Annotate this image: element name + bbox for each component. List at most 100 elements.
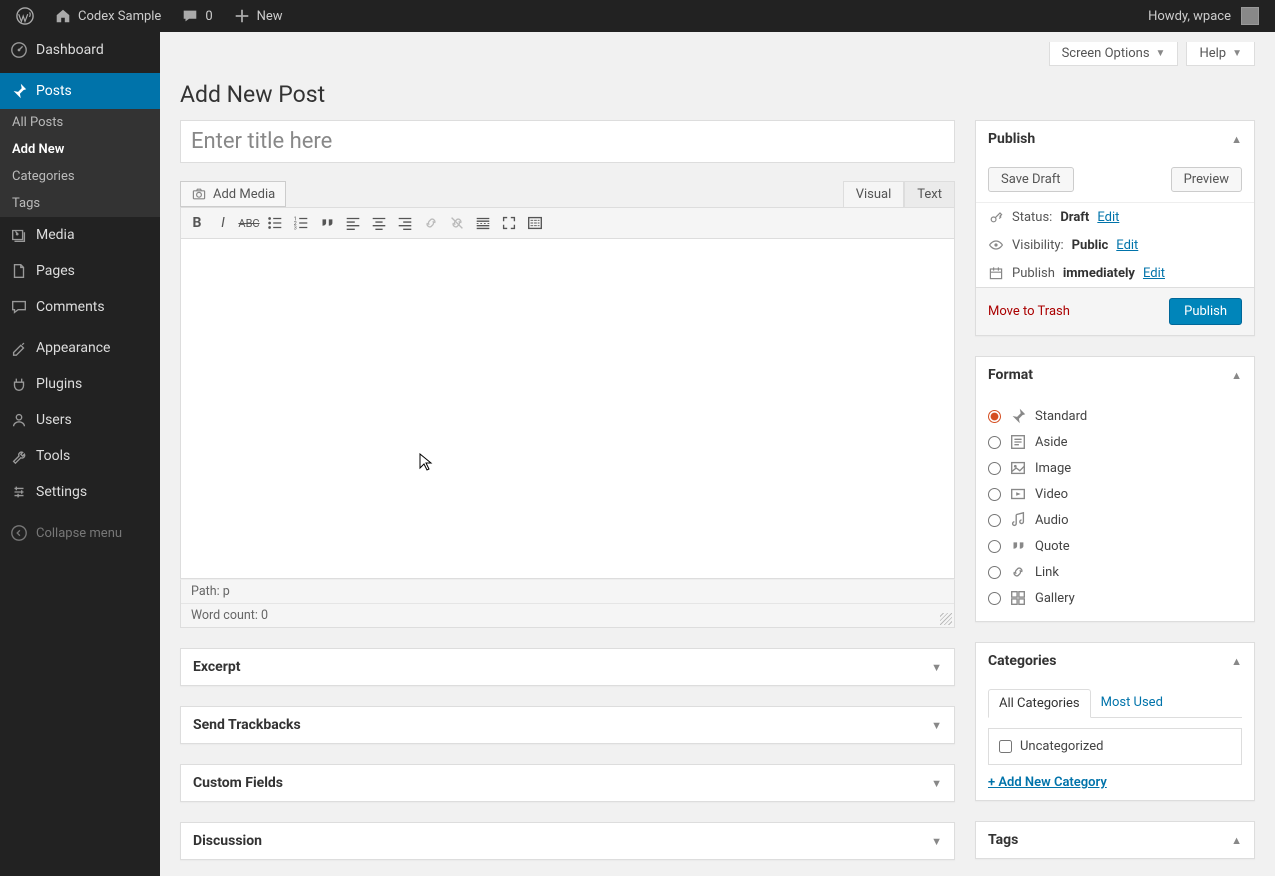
blockquote-button[interactable] [315,212,339,234]
editor-path[interactable]: p [223,584,230,599]
tab-most-used[interactable]: Most Used [1091,689,1173,717]
tools-icon [10,447,28,465]
tab-text[interactable]: Text [904,181,955,207]
category-list: Uncategorized [988,728,1242,765]
format-option-quote[interactable]: Quote [988,533,1242,559]
aside-icon [1009,433,1027,451]
unlink-button[interactable] [445,212,469,234]
format-list: Standard Aside Image Video Audio Quote L… [988,403,1242,611]
publish-button[interactable]: Publish [1169,298,1242,325]
metabox-publish-toggle[interactable]: Publish ▲ [976,121,1254,157]
more-button[interactable] [471,212,495,234]
preview-button[interactable]: Preview [1171,167,1242,192]
sidebar-item-media[interactable]: Media [0,217,160,253]
svg-text:3: 3 [294,225,297,231]
media-icon [10,226,28,244]
users-icon [10,411,28,429]
post-title-input[interactable] [180,120,955,163]
screen-options-button[interactable]: Screen Options▼ [1049,42,1179,66]
link-button[interactable] [419,212,443,234]
fullscreen-button[interactable] [497,212,521,234]
dashboard-icon [10,41,28,59]
admin-bar: Codex Sample 0 New Howdy, wpace [0,0,1275,32]
align-left-button[interactable] [341,212,365,234]
add-media-button[interactable]: Add Media [180,181,286,207]
sidebar-item-pages[interactable]: Pages [0,253,160,289]
format-option-gallery[interactable]: Gallery [988,585,1242,611]
metabox-format-toggle[interactable]: Format ▲ [976,357,1254,393]
camera-icon [191,186,207,202]
sidebar-subitem-tags[interactable]: Tags [0,190,160,217]
tab-visual[interactable]: Visual [843,181,905,207]
resize-handle[interactable] [940,613,952,625]
edit-date-link[interactable]: Edit [1143,266,1165,281]
editor-content[interactable] [180,239,955,579]
number-list-button[interactable]: 123 [289,212,313,234]
sidebar-item-plugins[interactable]: Plugins [0,366,160,402]
strike-button[interactable]: ABC [237,212,261,234]
video-icon [1009,485,1027,503]
bold-button[interactable]: B [185,212,209,234]
new-link[interactable]: New [225,0,291,32]
sidebar-item-tools[interactable]: Tools [0,438,160,474]
chevron-down-icon: ▼ [931,719,942,732]
sidebar-item-appearance[interactable]: Appearance [0,330,160,366]
metabox-trackbacks-toggle[interactable]: Send Trackbacks ▼ [181,707,954,743]
format-option-video[interactable]: Video [988,481,1242,507]
sidebar-subitem-all-posts[interactable]: All Posts [0,109,160,136]
align-right-button[interactable] [393,212,417,234]
plus-icon [233,7,251,25]
audio-icon [1009,511,1027,529]
format-option-image[interactable]: Image [988,455,1242,481]
edit-status-link[interactable]: Edit [1097,210,1119,225]
appearance-icon [10,339,28,357]
metabox-discussion-toggle[interactable]: Discussion ▼ [181,823,954,859]
move-to-trash-link[interactable]: Move to Trash [988,304,1070,319]
align-center-button[interactable] [367,212,391,234]
metabox-categories-toggle[interactable]: Categories ▲ [976,643,1254,679]
sidebar-item-posts[interactable]: Posts [0,73,160,109]
account-link[interactable]: Howdy, wpace [1140,0,1267,32]
chevron-down-icon: ▼ [931,661,942,674]
chevron-up-icon: ▲ [1231,834,1242,847]
tab-all-categories[interactable]: All Categories [988,689,1091,718]
metabox-discussion: Discussion ▼ [180,822,955,860]
sidebar-item-users[interactable]: Users [0,402,160,438]
format-option-audio[interactable]: Audio [988,507,1242,533]
image-icon [1009,459,1027,477]
edit-visibility-link[interactable]: Edit [1116,238,1138,253]
metabox-trackbacks: Send Trackbacks ▼ [180,706,955,744]
comments-link[interactable]: 0 [173,0,220,32]
format-option-link[interactable]: Link [988,559,1242,585]
metabox-tags-toggle[interactable]: Tags ▲ [976,822,1254,858]
help-button[interactable]: Help▼ [1186,42,1255,66]
format-option-standard[interactable]: Standard [988,403,1242,429]
comment-icon [181,7,199,25]
chevron-up-icon: ▲ [1231,133,1242,146]
metabox-custom-fields: Custom Fields ▼ [180,764,955,802]
quote-icon [1009,537,1027,555]
metabox-categories: Categories ▲ All Categories Most Used Un… [975,642,1255,801]
metabox-excerpt-toggle[interactable]: Excerpt ▼ [181,649,954,685]
site-link[interactable]: Codex Sample [46,0,169,32]
sidebar-item-settings[interactable]: Settings [0,474,160,510]
sidebar-subitem-categories[interactable]: Categories [0,163,160,190]
new-label: New [257,9,283,24]
sidebar-subitem-add-new[interactable]: Add New [0,136,160,163]
kitchen-sink-button[interactable] [523,212,547,234]
format-option-aside[interactable]: Aside [988,429,1242,455]
sidebar-collapse[interactable]: Collapse menu [0,515,160,551]
category-uncategorized[interactable]: Uncategorized [999,739,1231,754]
italic-button[interactable]: I [211,212,235,234]
chevron-down-icon: ▼ [1156,48,1166,59]
sidebar-posts-submenu: All Posts Add New Categories Tags [0,109,160,217]
sidebar-item-dashboard[interactable]: Dashboard [0,32,160,68]
bullet-list-button[interactable] [263,212,287,234]
chevron-down-icon: ▼ [931,777,942,790]
comments-count: 0 [205,9,212,24]
metabox-custom-fields-toggle[interactable]: Custom Fields ▼ [181,765,954,801]
add-new-category-link[interactable]: + Add New Category [988,775,1107,790]
wp-logo[interactable] [8,0,42,32]
save-draft-button[interactable]: Save Draft [988,167,1074,192]
sidebar-item-comments[interactable]: Comments [0,289,160,325]
